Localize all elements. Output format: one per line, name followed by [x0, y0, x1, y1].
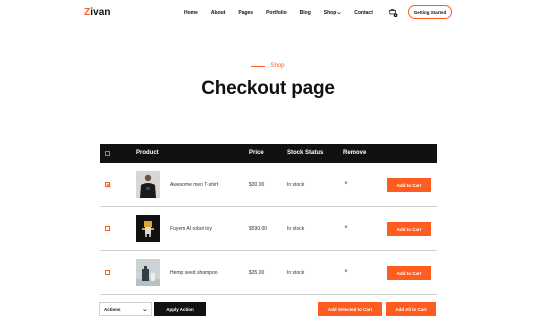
getting-started-button[interactable]: Getting Started — [408, 5, 452, 19]
product-price: $35.00 — [249, 270, 265, 276]
select-all-checkbox[interactable] — [105, 151, 110, 156]
product-image-shampoo[interactable] — [136, 259, 160, 286]
add-selected-to-cart-button[interactable]: Add Selected to Cart — [318, 302, 382, 316]
product-name[interactable]: Awesome men T-shirt — [170, 182, 218, 188]
stock-status: In stock — [287, 226, 305, 232]
chevron-down-icon — [337, 12, 341, 15]
table-row: Hemp seed shampoo $35.00 In stock × Add … — [100, 251, 437, 295]
table-header: Product Price Stock Status Remove — [100, 144, 437, 163]
header-product: Product — [136, 150, 159, 156]
nav-item-pages[interactable]: Pages — [238, 10, 253, 16]
breadcrumb: Shop — [0, 63, 536, 69]
add-all-to-cart-button[interactable]: Add All to Cart — [386, 302, 436, 316]
breadcrumb-label[interactable]: Shop — [270, 63, 284, 69]
header-remove: Remove — [343, 150, 367, 156]
product-name[interactable]: Hemp seed shampoo — [170, 270, 218, 276]
breadcrumb-line — [251, 65, 266, 67]
product-image-robot[interactable] — [136, 215, 160, 242]
apply-action-button[interactable]: Apply Action — [154, 302, 206, 316]
product-price: $30.00 — [249, 182, 265, 188]
nav-item-contact[interactable]: Contact — [354, 10, 373, 16]
wishlist-table: Product Price Stock Status Remove Awesom… — [100, 144, 437, 295]
product-image-tshirt[interactable] — [136, 171, 160, 198]
nav-item-home[interactable]: Home — [184, 10, 198, 16]
stock-status: In stock — [287, 182, 305, 188]
table-row: Awesome men T-shirt $30.00 In stock × Ad… — [100, 163, 437, 207]
product-price: $590.00 — [249, 226, 268, 232]
product-name[interactable]: Fuyem AI robot toy — [170, 226, 212, 232]
cart-icon[interactable] — [388, 8, 398, 18]
nav-item-shop[interactable]: Shop — [324, 10, 342, 16]
page-title: Checkout page — [201, 78, 335, 99]
add-to-cart-button[interactable]: Add to Cart — [387, 222, 431, 236]
main-nav: Home About Pages Portfolio Blog Shop Con… — [184, 10, 386, 16]
table-row: Fuyem AI robot toy $590.00 In stock × Ad… — [100, 207, 437, 251]
stock-status: In stock — [287, 270, 305, 276]
add-to-cart-button[interactable]: Add to Cart — [387, 266, 431, 280]
site-logo[interactable]: Zivan — [84, 7, 111, 18]
nav-item-portfolio[interactable]: Portfolio — [266, 10, 287, 16]
actions-select[interactable]: Actions — [99, 302, 152, 316]
nav-item-blog[interactable]: Blog — [300, 10, 311, 16]
header-price: Price — [249, 150, 264, 156]
site-header: Zivan Home About Pages Portfolio Blog Sh… — [0, 0, 536, 26]
header-stock: Stock Status — [287, 150, 324, 156]
nav-item-about[interactable]: About — [211, 10, 225, 16]
remove-icon[interactable]: × — [343, 181, 349, 187]
remove-icon[interactable]: × — [343, 269, 349, 275]
add-to-cart-button[interactable]: Add to Cart — [387, 178, 431, 192]
actions-select-value: Actions — [104, 306, 121, 312]
row-checkbox[interactable] — [105, 226, 110, 231]
row-checkbox[interactable] — [105, 182, 110, 187]
chevron-down-icon — [143, 309, 147, 312]
remove-icon[interactable]: × — [343, 225, 349, 231]
row-checkbox[interactable] — [105, 270, 110, 275]
